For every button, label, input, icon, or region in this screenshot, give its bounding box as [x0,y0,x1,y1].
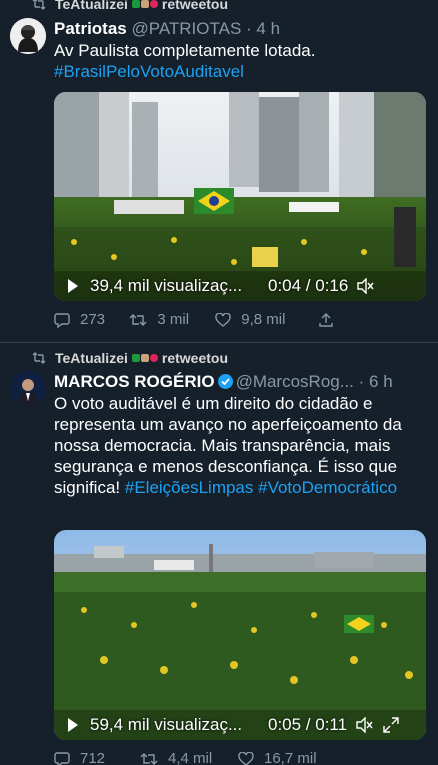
like-button[interactable]: 16,7 mil [238,750,356,765]
author-name[interactable]: MARCOS ROGÉRIO [54,372,215,391]
hashtag-link[interactable]: #EleiçõesLimpas [125,478,254,497]
emoji-flags [131,0,158,8]
retweet-icon [129,313,147,326]
play-icon[interactable] [68,279,78,293]
retweet-header: TeAtualizei retweetou [32,0,228,12]
retweet-header: TeAtualizei retweetou [32,350,228,366]
author-name[interactable]: Patriotas [54,19,127,38]
play-icon[interactable] [68,718,78,732]
video-time: 0:04 / 0:16 [268,276,349,295]
reply-count: 273 [80,311,106,328]
like-icon [215,312,231,327]
reply-icon [54,312,70,328]
emoji-flags [131,354,158,362]
avatar[interactable] [10,371,46,407]
reply-button[interactable]: 273 [54,311,129,328]
tweet-header: MARCOS ROGÉRIO @MarcosRog... · 6 h [54,372,428,392]
share-icon [318,312,333,327]
like-count: 16,7 mil [264,750,317,765]
video-thumbnail [54,530,426,740]
reply-button[interactable]: 712 [54,750,140,765]
tweet-actions: 273 3 mil 9,8 mil [54,311,394,328]
tweet-text-block: O voto auditável é um direito do cidadão… [54,393,424,498]
mute-icon[interactable] [356,278,374,294]
retweet-button[interactable]: 4,4 mil [140,750,238,765]
like-button[interactable]: 9,8 mil [215,311,318,328]
author-handle[interactable]: @MarcosRog... [236,372,354,391]
retweet-count: 4,4 mil [168,750,213,765]
retweet-icon [32,352,46,364]
tweet-time[interactable]: · 6 h [359,372,393,391]
hashtag-link[interactable]: #VotoDemocrático [258,478,397,497]
tweet-time[interactable]: · 4 h [246,19,280,38]
video-thumbnail [54,92,426,301]
tweet-actions: 712 4,4 mil 16,7 mil [54,750,394,765]
video-views: 59,4 mil visualizaç... [90,715,243,734]
reply-icon [54,751,70,765]
hashtag-link[interactable]: #BrasilPeloVotoAuditavel [54,61,424,82]
retweeter-name[interactable]: TeAtualizei [55,350,128,366]
video-views: 39,4 mil visualizaç... [90,276,243,295]
retweet-label: retweetou [161,350,228,366]
tweet-divider [0,342,438,343]
retweet-label: retweetou [161,0,228,12]
reply-count: 712 [80,750,106,765]
video-player[interactable]: 39,4 mil visualizaç... 0:04 / 0:16 [54,92,426,301]
tweet-header: Patriotas @PATRIOTAS · 4 h [54,19,428,39]
retweet-icon [32,0,46,10]
video-time: 0:05 / 0:11 [268,715,348,734]
verified-icon [217,374,233,389]
fullscreen-icon[interactable] [383,717,399,733]
video-controls: 39,4 mil visualizaç... 0:04 / 0:16 [54,271,426,301]
author-handle[interactable]: @PATRIOTAS [131,19,241,38]
like-count: 9,8 mil [241,311,286,328]
avatar[interactable] [10,18,46,54]
retweet-icon [140,752,158,765]
retweet-button[interactable]: 3 mil [129,311,215,328]
share-button[interactable] [318,311,394,328]
retweet-count: 3 mil [157,311,190,328]
video-controls: 59,4 mil visualizaç... 0:05 / 0:11 [54,710,426,740]
tweet-text-block: Av Paulista completamente lotada. #Brasi… [54,40,424,82]
video-player[interactable]: 59,4 mil visualizaç... 0:05 / 0:11 [54,530,426,740]
retweeter-name[interactable]: TeAtualizei [55,0,128,12]
tweet-text: Av Paulista completamente lotada. [54,41,316,60]
like-icon [238,751,254,765]
mute-icon[interactable] [355,717,373,733]
